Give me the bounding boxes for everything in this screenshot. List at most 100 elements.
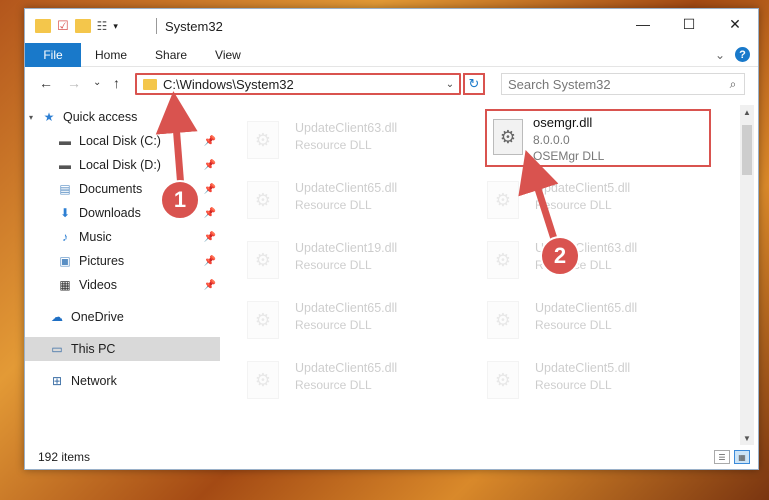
close-button[interactable]: ✕ bbox=[712, 9, 758, 39]
forward-button[interactable]: → bbox=[67, 75, 81, 91]
scroll-up-icon[interactable]: ▲ bbox=[740, 105, 754, 119]
file-name: osemgr.dll bbox=[533, 115, 593, 130]
tab-view[interactable]: View bbox=[201, 43, 255, 67]
list-item[interactable]: ⚙ UpdateClient63.dll Resource DLL bbox=[225, 113, 445, 161]
sidebar-item-label: Pictures bbox=[79, 254, 125, 268]
large-icons-view-icon[interactable]: ▦ bbox=[734, 450, 750, 464]
tab-home[interactable]: Home bbox=[81, 43, 141, 67]
pin-icon[interactable]: 📌 bbox=[204, 136, 216, 147]
cloud-icon: ☁ bbox=[51, 310, 63, 324]
dll-file-icon: ⚙ bbox=[247, 181, 279, 219]
maximize-button[interactable]: ☐ bbox=[666, 9, 712, 39]
sidebar-item-label: Music bbox=[79, 230, 112, 244]
list-item[interactable]: ⚙ UpdateClient65.dll Resource DLL bbox=[225, 353, 445, 401]
sidebar-item-label: Videos bbox=[79, 278, 117, 292]
sidebar-item-label: Network bbox=[71, 374, 117, 388]
sidebar-item-onedrive[interactable]: ☁ OneDrive bbox=[25, 305, 220, 329]
search-icon[interactable]: ⌕ bbox=[722, 77, 744, 92]
explorer-window: ☑ ☷ ▾ System32 — ☐ ✕ File Home Share Vie… bbox=[24, 8, 759, 470]
pin-icon[interactable]: 📌 bbox=[204, 232, 216, 243]
up-button[interactable]: ↑ bbox=[113, 75, 120, 91]
list-item[interactable]: ⚙ UpdateClient65.dll Resource DLL bbox=[225, 293, 445, 341]
sidebar-item-videos[interactable]: ▦ Videos 📌 bbox=[25, 273, 220, 297]
tab-file[interactable]: File bbox=[25, 42, 81, 67]
minimize-button[interactable]: — bbox=[620, 9, 666, 39]
file-description: Resource DLL bbox=[295, 138, 372, 152]
pin-icon[interactable]: 📌 bbox=[204, 256, 216, 267]
tab-share[interactable]: Share bbox=[141, 43, 201, 67]
file-description: Resource DLL bbox=[295, 378, 372, 392]
list-item[interactable]: ⚙ UpdateClient5.dll Resource DLL bbox=[465, 173, 685, 221]
recent-locations-button[interactable]: ⌄ bbox=[93, 77, 101, 88]
expand-ribbon-icon[interactable]: ⌄ bbox=[715, 48, 725, 62]
pin-icon[interactable]: 📌 bbox=[204, 208, 216, 219]
network-icon: ⊞ bbox=[51, 374, 63, 388]
folder-icon[interactable] bbox=[35, 19, 51, 33]
file-name: UpdateClient65.dll bbox=[295, 361, 398, 375]
download-icon: ⬇ bbox=[59, 206, 71, 220]
sidebar-item-label: This PC bbox=[71, 342, 116, 356]
search-input[interactable]: Search System32 bbox=[508, 77, 722, 92]
sidebar-item-music[interactable]: ♪ Music 📌 bbox=[25, 225, 220, 249]
scroll-thumb[interactable] bbox=[742, 125, 752, 175]
list-item[interactable]: ⚙ UpdateClient19.dll Resource DLL bbox=[225, 233, 445, 281]
folder-icon bbox=[143, 78, 157, 90]
sidebar-item-label: Downloads bbox=[79, 206, 141, 220]
list-item[interactable]: ⚙ UpdateClient65.dll Resource DLL bbox=[225, 173, 445, 221]
list-item[interactable]: ⚙ UpdateClient65.dll Resource DLL bbox=[465, 293, 685, 341]
dll-file-icon: ⚙ bbox=[487, 361, 519, 399]
chevron-down-icon[interactable]: ▾ bbox=[113, 21, 118, 32]
scroll-down-icon[interactable]: ▼ bbox=[740, 431, 754, 445]
drive-icon: ▬ bbox=[59, 134, 71, 148]
status-bar: 192 items ☰ ▦ bbox=[25, 445, 758, 469]
list-item[interactable]: ⚙ UpdateClient5.dll Resource DLL bbox=[465, 353, 685, 401]
sidebar-item-label: Local Disk (C:) bbox=[79, 134, 161, 148]
title-bar: ☑ ☷ ▾ System32 — ☐ ✕ bbox=[25, 9, 758, 43]
file-name: UpdateClient65.dll bbox=[295, 301, 398, 315]
address-text[interactable]: C:\Windows\System32 bbox=[163, 77, 441, 92]
chevron-down-icon[interactable]: ⌄ bbox=[441, 79, 459, 90]
pin-icon[interactable]: 📌 bbox=[204, 160, 216, 171]
search-box[interactable]: Search System32 ⌕ bbox=[501, 73, 745, 95]
pictures-icon: ▣ bbox=[59, 254, 71, 268]
dll-file-icon: ⚙ bbox=[487, 181, 519, 219]
chevron-down-icon[interactable]: ▾ bbox=[29, 113, 41, 122]
sidebar-item-network[interactable]: ⊞ Network bbox=[25, 369, 220, 393]
sidebar-item-quick-access[interactable]: ▾ ★ Quick access bbox=[25, 105, 220, 129]
document-icon: ▤ bbox=[59, 182, 71, 196]
file-name: UpdateClient65.dll bbox=[535, 301, 638, 315]
properties-icon[interactable]: ☷ bbox=[97, 19, 108, 33]
checkmark-icon[interactable]: ☑ bbox=[57, 18, 69, 34]
vertical-scrollbar[interactable]: ▲ ▼ bbox=[740, 105, 754, 445]
file-description: Resource DLL bbox=[535, 198, 612, 212]
view-switcher: ☰ ▦ bbox=[714, 450, 750, 464]
file-description: Resource DLL bbox=[295, 318, 372, 332]
dll-file-icon: ⚙ bbox=[247, 121, 279, 159]
computer-icon: ▭ bbox=[51, 342, 63, 356]
new-folder-icon[interactable] bbox=[74, 19, 91, 33]
pin-icon[interactable]: 📌 bbox=[204, 184, 216, 195]
address-bar[interactable]: C:\Windows\System32 ⌄ bbox=[135, 73, 461, 95]
ribbon-tabs: File Home Share View ⌄ ? bbox=[25, 42, 758, 67]
sidebar-item-this-pc[interactable]: ▭ This PC bbox=[25, 337, 220, 361]
sidebar-item-local-disk-d[interactable]: ▬ Local Disk (D:) 📌 bbox=[25, 153, 220, 177]
dll-file-icon: ⚙ bbox=[247, 301, 279, 339]
file-description: Resource DLL bbox=[295, 198, 372, 212]
file-name: UpdateClient5.dll bbox=[535, 361, 631, 375]
file-description: Resource DLL bbox=[535, 318, 612, 332]
sidebar-item-pictures[interactable]: ▣ Pictures 📌 bbox=[25, 249, 220, 273]
refresh-button[interactable]: ↻ bbox=[463, 73, 485, 95]
sidebar-item-local-disk-c[interactable]: ▬ Local Disk (C:) 📌 bbox=[25, 129, 220, 153]
annotation-badge-1: 1 bbox=[160, 180, 200, 220]
help-icon[interactable]: ? bbox=[735, 47, 750, 62]
dll-file-icon: ⚙ bbox=[487, 241, 519, 279]
item-count: 192 items bbox=[38, 450, 91, 464]
file-version: 8.0.0.0 bbox=[533, 133, 570, 147]
back-button[interactable]: ← bbox=[39, 75, 53, 91]
music-icon: ♪ bbox=[62, 230, 68, 244]
pin-icon[interactable]: 📌 bbox=[204, 280, 216, 291]
highlighted-file-osemgr[interactable]: ⚙ osemgr.dll 8.0.0.0 OSEMgr DLL bbox=[485, 109, 711, 167]
details-view-icon[interactable]: ☰ bbox=[714, 450, 730, 464]
window-controls: — ☐ ✕ bbox=[620, 9, 758, 39]
file-description: Resource DLL bbox=[295, 258, 372, 272]
